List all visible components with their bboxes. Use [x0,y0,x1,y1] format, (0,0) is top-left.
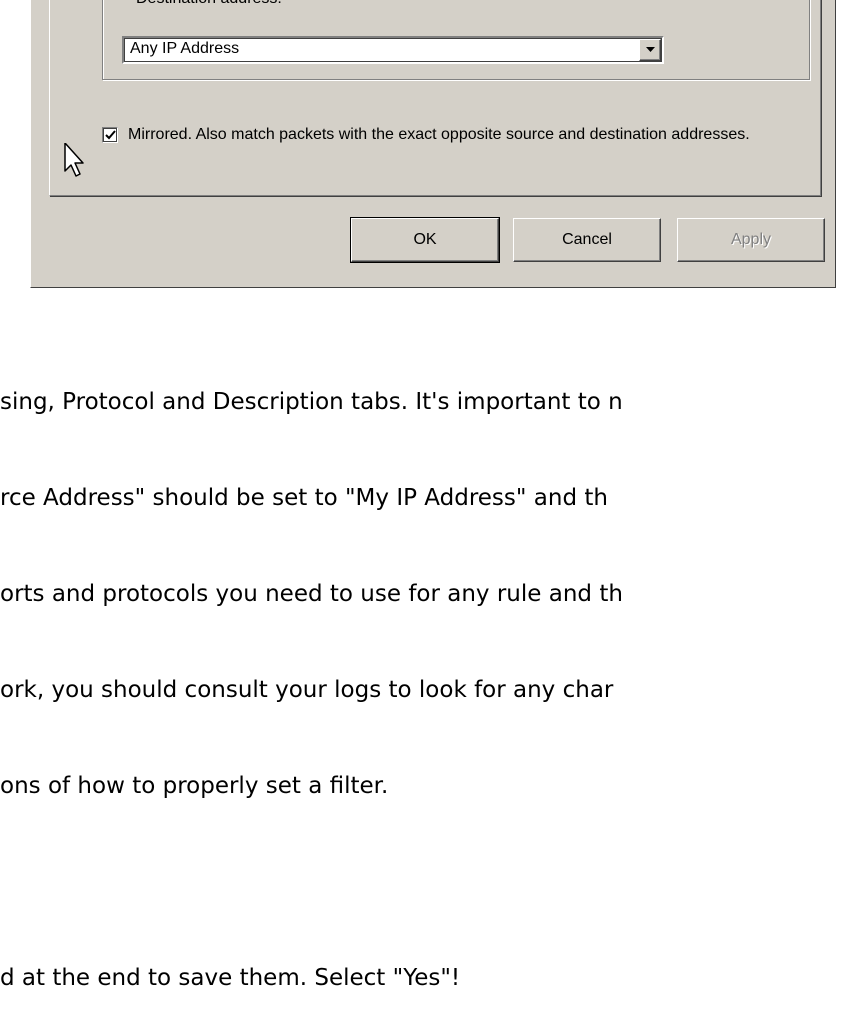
destination-address-combo[interactable]: Any IP Address [122,36,664,64]
mirrored-label: Mirrored. Also match packets with the ex… [128,126,750,143]
dropdown-button[interactable] [639,39,661,61]
chevron-down-icon [646,47,655,52]
mouse-pointer-icon [64,143,84,177]
checkmark-icon [105,130,116,140]
ip-filter-properties-dialog: Destination address: Any IP Address Mirr… [30,0,836,288]
mirrored-checkbox[interactable] [102,127,118,143]
destination-address-value: Any IP Address [130,40,240,57]
apply-button[interactable]: Apply [677,218,825,262]
article-line: ork, you should consult your logs to loo… [0,677,614,703]
destination-address-label: Destination address: [132,0,286,8]
article-line: d at the end to save them. Select "Yes"! [0,965,461,991]
article-line: sing, Protocol and Description tabs. It'… [0,389,623,415]
cancel-button[interactable]: Cancel [513,218,661,262]
ok-button[interactable]: OK [350,217,500,263]
article-line: rce Address" should be set to "My IP Add… [0,485,608,511]
addresses-tab-panel: Destination address: Any IP Address Mirr… [49,0,821,196]
article-text: sing, Protocol and Description tabs. It'… [0,322,861,1026]
article-line: orts and protocols you need to use for a… [0,581,623,607]
article-line: ons of how to properly set a filter. [0,773,389,799]
